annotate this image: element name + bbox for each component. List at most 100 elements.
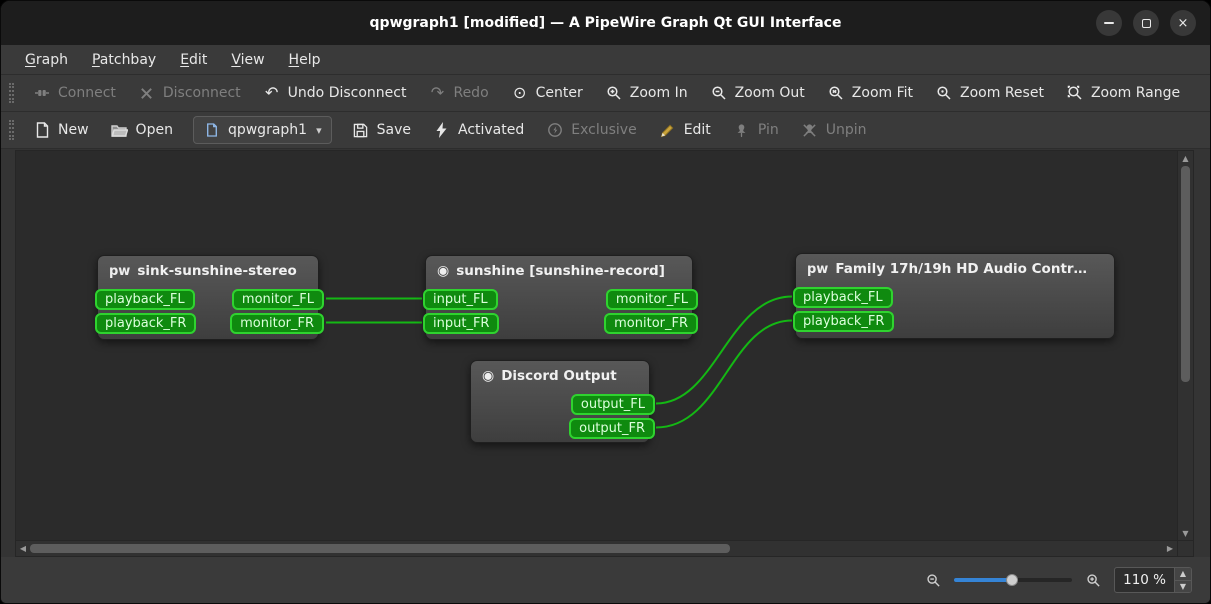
window-title: qpwgraph1 [modified] — A PipeWire Graph …: [369, 15, 842, 31]
activated-button[interactable]: Activated: [423, 116, 534, 144]
port-output-fr[interactable]: output_FR: [569, 418, 655, 439]
menu-help[interactable]: Help: [279, 49, 331, 71]
graph-node-family-hd-audio[interactable]: pw Family 17h/19h HD Audio Contr… playba…: [793, 253, 1115, 339]
spin-up-button[interactable]: ▲: [1175, 568, 1191, 580]
zoom-reset-label: Zoom Reset: [960, 85, 1044, 101]
open-label: Open: [135, 122, 173, 138]
open-folder-icon: [111, 121, 129, 139]
port-monitor-fr[interactable]: monitor_FR: [230, 313, 324, 334]
port-input-fr[interactable]: input_FR: [423, 313, 500, 334]
scroll-left-icon[interactable]: ◀: [16, 542, 30, 556]
zoom-out-button[interactable]: Zoom Out: [700, 79, 815, 107]
pin-label: Pin: [757, 122, 779, 138]
close-button[interactable]: ×: [1170, 10, 1196, 36]
zoom-reset-button[interactable]: Zoom Reset: [925, 79, 1054, 107]
menu-view[interactable]: View: [221, 49, 274, 71]
zoom-slider-handle[interactable]: [1006, 574, 1019, 586]
open-button[interactable]: Open: [101, 116, 183, 144]
media-node-icon: ◉: [482, 368, 495, 384]
zoom-out-icon: [710, 84, 728, 102]
node-title: sunshine [sunshine-record]: [456, 263, 665, 279]
node-title: sink-sunshine-stereo: [137, 263, 297, 279]
unpin-button[interactable]: Unpin: [791, 116, 877, 144]
zoom-slider-fill: [954, 578, 1011, 582]
save-button[interactable]: Save: [342, 116, 421, 144]
activated-label: Activated: [457, 122, 525, 138]
spin-down-button[interactable]: ▼: [1175, 579, 1191, 592]
menu-edit[interactable]: Edit: [170, 49, 217, 71]
file-toolbar: New Open qpwgraph1 ▾ Save Activated Excl…: [1, 112, 1210, 149]
titlebar[interactable]: qpwgraph1 [modified] — A PipeWire Graph …: [1, 1, 1210, 45]
vertical-scrollbar[interactable]: ▲ ▼: [1177, 151, 1193, 540]
new-file-icon: [33, 121, 51, 139]
zoom-fit-label: Zoom Fit: [851, 85, 914, 101]
redo-icon: ↷: [430, 83, 445, 102]
menu-graph[interactable]: Graph: [15, 49, 78, 71]
scroll-down-icon[interactable]: ▼: [1179, 526, 1193, 540]
zoom-in-icon[interactable]: [1084, 571, 1102, 589]
activated-bolt-icon: [433, 121, 451, 139]
port-input-fl[interactable]: input_FL: [423, 289, 498, 310]
maximize-icon: [1141, 18, 1151, 28]
horizontal-scroll-track[interactable]: [30, 541, 1163, 556]
port-playback-fl[interactable]: playback_FL: [793, 287, 893, 308]
zoom-in-icon: [605, 84, 623, 102]
zoom-spinbox[interactable]: 110 % ▲ ▼: [1114, 567, 1192, 593]
scroll-right-icon[interactable]: ▶: [1163, 542, 1177, 556]
disconnect-icon: [138, 84, 156, 102]
zoom-in-button[interactable]: Zoom In: [595, 79, 698, 107]
horizontal-scrollbar[interactable]: ◀ ▶: [16, 541, 1177, 556]
edit-pencil-icon: [659, 121, 677, 139]
graph-node-sunshine[interactable]: ◉ sunshine [sunshine-record] input_FL in…: [423, 255, 698, 340]
zoom-fit-button[interactable]: Zoom Fit: [817, 79, 923, 107]
menu-patchbay[interactable]: Patchbay: [82, 49, 166, 71]
connect-button[interactable]: Connect: [23, 79, 126, 107]
port-playback-fr[interactable]: playback_FR: [95, 313, 197, 334]
port-playback-fr[interactable]: playback_FR: [793, 311, 895, 332]
center-button[interactable]: ⊙ Center: [501, 79, 593, 107]
canvas-frame: pw sink-sunshine-stereo playback_FL play…: [15, 150, 1194, 557]
toolbar-handle[interactable]: [9, 120, 14, 140]
horizontal-scroll-thumb[interactable]: [30, 544, 730, 553]
disconnect-button[interactable]: Disconnect: [128, 79, 251, 107]
redo-button[interactable]: ↷ Redo: [418, 79, 498, 107]
maximize-button[interactable]: [1133, 10, 1159, 36]
zoom-range-label: Zoom Range: [1090, 85, 1181, 101]
zoom-range-button[interactable]: Zoom Range: [1056, 79, 1190, 107]
connect-icon: [33, 84, 51, 102]
patchbay-file-combobox[interactable]: qpwgraph1 ▾: [192, 116, 332, 144]
undo-disconnect-button[interactable]: ↶ Undo Disconnect: [253, 79, 417, 107]
vertical-scroll-track[interactable]: [1178, 165, 1193, 526]
port-monitor-fr[interactable]: monitor_FR: [604, 313, 698, 334]
zoom-fit-icon: [827, 84, 845, 102]
zoom-out-icon[interactable]: [924, 571, 942, 589]
scroll-up-icon[interactable]: ▲: [1179, 151, 1193, 165]
exclusive-button[interactable]: Exclusive: [536, 116, 646, 144]
connection-wires: [326, 295, 793, 429]
redo-label: Redo: [453, 85, 489, 101]
edit-button[interactable]: Edit: [649, 116, 721, 144]
vertical-scroll-thumb[interactable]: [1181, 166, 1190, 382]
patchbay-file-name: qpwgraph1: [227, 122, 308, 138]
graph-node-discord-output[interactable]: ◉ Discord Output output_FL output_FR: [470, 360, 655, 443]
menubar: Graph Patchbay Edit View Help: [1, 45, 1210, 75]
unpin-icon: [801, 121, 819, 139]
port-output-fl[interactable]: output_FL: [570, 394, 655, 415]
toolbar-handle[interactable]: [9, 83, 14, 103]
minimize-icon: [1104, 22, 1114, 24]
port-playback-fl[interactable]: playback_FL: [95, 289, 195, 310]
unpin-label: Unpin: [825, 122, 867, 138]
port-monitor-fl[interactable]: monitor_FL: [605, 289, 698, 310]
central-area: pw sink-sunshine-stereo playback_FL play…: [1, 149, 1210, 557]
new-button[interactable]: New: [23, 116, 99, 144]
graph-node-sink-sunshine-stereo[interactable]: pw sink-sunshine-stereo playback_FL play…: [95, 255, 324, 340]
chevron-down-icon: ▾: [316, 123, 322, 137]
exclusive-label: Exclusive: [571, 122, 637, 138]
port-monitor-fl[interactable]: monitor_FL: [231, 289, 324, 310]
minimize-button[interactable]: [1096, 10, 1122, 36]
scrollbar-corner: [1177, 541, 1193, 556]
pipewire-icon: pw: [109, 263, 131, 279]
pin-button[interactable]: Pin: [723, 116, 789, 144]
graph-canvas[interactable]: pw sink-sunshine-stereo playback_FL play…: [16, 151, 1177, 540]
zoom-slider[interactable]: [954, 573, 1073, 587]
